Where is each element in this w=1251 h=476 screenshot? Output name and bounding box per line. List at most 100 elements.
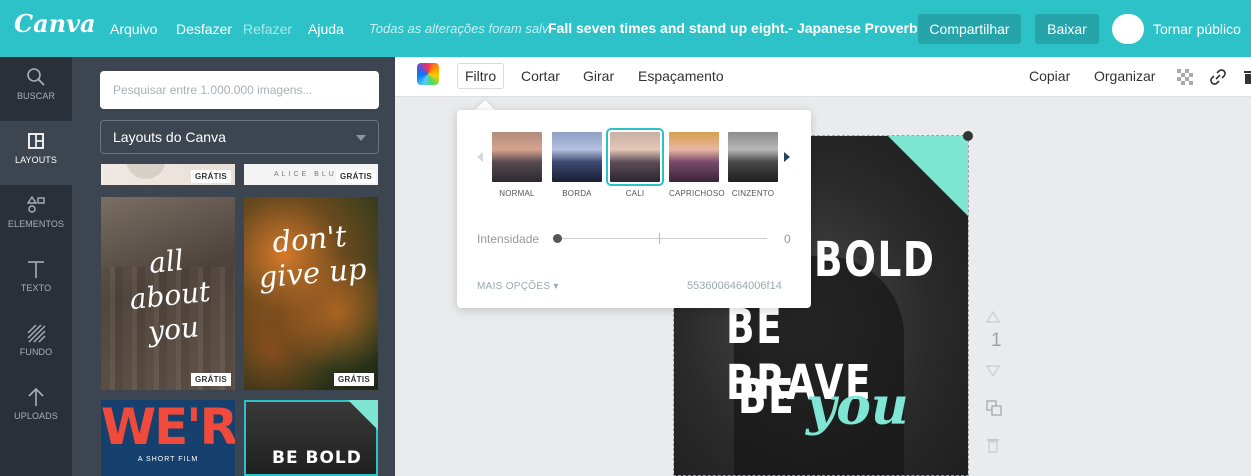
filter-label: CAPRICHOSO (669, 189, 725, 198)
move-down-icon[interactable] (986, 365, 1000, 377)
filter-label: NORMAL (499, 189, 535, 198)
filter-next-icon[interactable] (784, 152, 790, 162)
filter-code[interactable]: 5536006464006f14 (687, 280, 782, 292)
chevron-down-icon (356, 135, 366, 141)
resize-handle[interactable] (963, 131, 973, 141)
spacing-button[interactable]: Espaçamento (638, 68, 724, 84)
nav-text-label: TEXTO (20, 283, 52, 293)
nav-background-label: FUNDO (19, 347, 53, 357)
layout-thumb-be-bold[interactable]: BE BOLD (244, 400, 378, 476)
nav-layouts[interactable]: LAYOUTS (0, 121, 72, 185)
background-icon (27, 324, 46, 343)
layout-select-value: Layouts do Canva (113, 129, 226, 145)
elements-icon (26, 195, 45, 213)
text-icon (28, 261, 44, 278)
filter-preview-cinzento (728, 132, 778, 182)
layout-thumb-all-about-you[interactable]: all about you GRÁTIS (101, 197, 235, 390)
intensity-slider-midpoint (659, 233, 660, 244)
nav-elements[interactable]: ELEMENTOS (0, 185, 72, 249)
canva-logo[interactable]: Canva (14, 9, 96, 38)
layout-thumb-partial-2[interactable]: ALICE BLU GRÁTIS (244, 164, 378, 185)
intensity-value: 0 (784, 232, 791, 246)
nav-elements-label: ELEMENTOS (7, 219, 65, 229)
public-toggle[interactable] (1112, 14, 1144, 44)
nav-text[interactable]: TEXTO (0, 249, 72, 313)
free-badge: GRÁTIS (190, 373, 231, 386)
delete-page-icon[interactable] (986, 437, 1000, 453)
nav-uploads[interactable]: UPLOADS (0, 377, 72, 441)
free-badge: GRÁTIS (335, 170, 376, 183)
image-search-input[interactable] (100, 71, 379, 109)
layout-select[interactable]: Layouts do Canva (100, 120, 379, 154)
layout-thumb-dont-give-up[interactable]: don't give up GRÁTIS (244, 197, 378, 390)
nav-search-label: BUSCAR (16, 91, 56, 101)
filter-caprichoso[interactable]: CAPRICHOSO (669, 132, 725, 198)
nav-search[interactable]: BUSCAR (0, 57, 72, 121)
crop-button[interactable]: Cortar (521, 68, 560, 84)
nav-layouts-label: LAYOUTS (14, 155, 58, 165)
filter-preview-caprichoso (669, 132, 719, 182)
layout-thumb-partial-1[interactable]: GRÁTIS (101, 164, 235, 185)
more-options-label: MAIS OPÇÕES (477, 281, 551, 292)
share-button[interactable]: Compartilhar (918, 14, 1021, 44)
filter-borda[interactable]: BORDA (552, 132, 602, 198)
thumb-shape (126, 164, 166, 179)
filter-preview-cali (606, 128, 664, 186)
chevron-down-icon: ▾ (553, 281, 559, 292)
upload-icon (28, 387, 44, 406)
duplicate-page-icon[interactable] (986, 400, 1002, 416)
side-nav: BUSCAR LAYOUTS ELEMENTOS TEXTO FUNDO UPL… (0, 57, 72, 476)
thumb2-text: don't give up (257, 218, 368, 295)
nav-background[interactable]: FUNDO (0, 313, 72, 377)
thumb-script-text: don't give up (251, 217, 370, 295)
thumb-script-text: all about you (110, 240, 230, 353)
arrange-button[interactable]: Organizar (1094, 68, 1155, 84)
download-button[interactable]: Baixar (1035, 14, 1099, 44)
thumb-big-text: WE'RE (101, 400, 235, 456)
editor-toolbar: Filtro Cortar Girar Espaçamento Copiar O… (395, 57, 1251, 97)
filter-popup: NORMAL BORDA CALI CAPRICHOSO CINZENTO In… (457, 110, 811, 308)
intensity-slider-track[interactable] (557, 238, 767, 239)
search-icon (27, 68, 45, 86)
intensity-slider-handle[interactable] (553, 234, 562, 243)
rotate-button[interactable]: Girar (583, 68, 614, 84)
save-status: Todas as alterações foram salvas (369, 21, 549, 36)
transparency-icon[interactable] (1177, 69, 1193, 85)
filter-preview-borda (552, 132, 602, 182)
nav-uploads-label: UPLOADS (14, 411, 58, 421)
move-up-icon[interactable] (986, 311, 1000, 323)
filter-preview-normal (492, 132, 542, 182)
filter-prev-icon[interactable] (477, 152, 483, 162)
menu-help[interactable]: Ajuda (308, 21, 344, 37)
layouts-icon (28, 133, 44, 149)
filter-normal[interactable]: NORMAL (492, 132, 542, 198)
thumb-be-bold-text: BE BOLD (272, 448, 362, 468)
page-number: 1 (991, 330, 1002, 351)
make-public-label[interactable]: Tornar público (1153, 21, 1241, 37)
thumb-sub-text: A SHORT FILM (137, 456, 199, 463)
thumb-corner-accent (348, 400, 378, 430)
filter-label: CALI (625, 189, 645, 198)
thumb1-text: all about you (128, 243, 212, 349)
trash-icon[interactable] (1243, 68, 1251, 86)
menu-undo[interactable]: Desfazer (176, 21, 232, 37)
filter-label: CINZENTO (731, 189, 775, 198)
free-badge: GRÁTIS (190, 170, 231, 183)
filter-button[interactable]: Filtro (457, 63, 505, 89)
thumb-caption: ALICE BLU (274, 171, 337, 178)
menu-file[interactable]: Arquivo (110, 21, 157, 37)
menu-redo[interactable]: Refazer (243, 21, 292, 37)
intensity-label: Intensidade (477, 232, 540, 246)
copy-button[interactable]: Copiar (1029, 68, 1070, 84)
color-picker-icon[interactable] (417, 63, 439, 85)
top-bar: Canva Arquivo Desfazer Refazer Ajuda Tod… (0, 0, 1251, 57)
filter-cinzento[interactable]: CINZENTO (728, 132, 778, 198)
free-badge: GRÁTIS (333, 373, 374, 386)
filter-label: BORDA (562, 189, 592, 198)
filter-cali[interactable]: CALI (606, 128, 664, 198)
layouts-panel: Layouts do Canva GRÁTIS ALICE BLU GRÁTIS… (72, 57, 395, 476)
more-options-button[interactable]: MAIS OPÇÕES ▾ (477, 281, 559, 292)
link-icon[interactable] (1209, 68, 1227, 86)
document-title[interactable]: Fall seven times and stand up eight.- Ja… (548, 20, 918, 36)
layout-thumb-were[interactable]: WE'RE A SHORT FILM (101, 400, 235, 476)
